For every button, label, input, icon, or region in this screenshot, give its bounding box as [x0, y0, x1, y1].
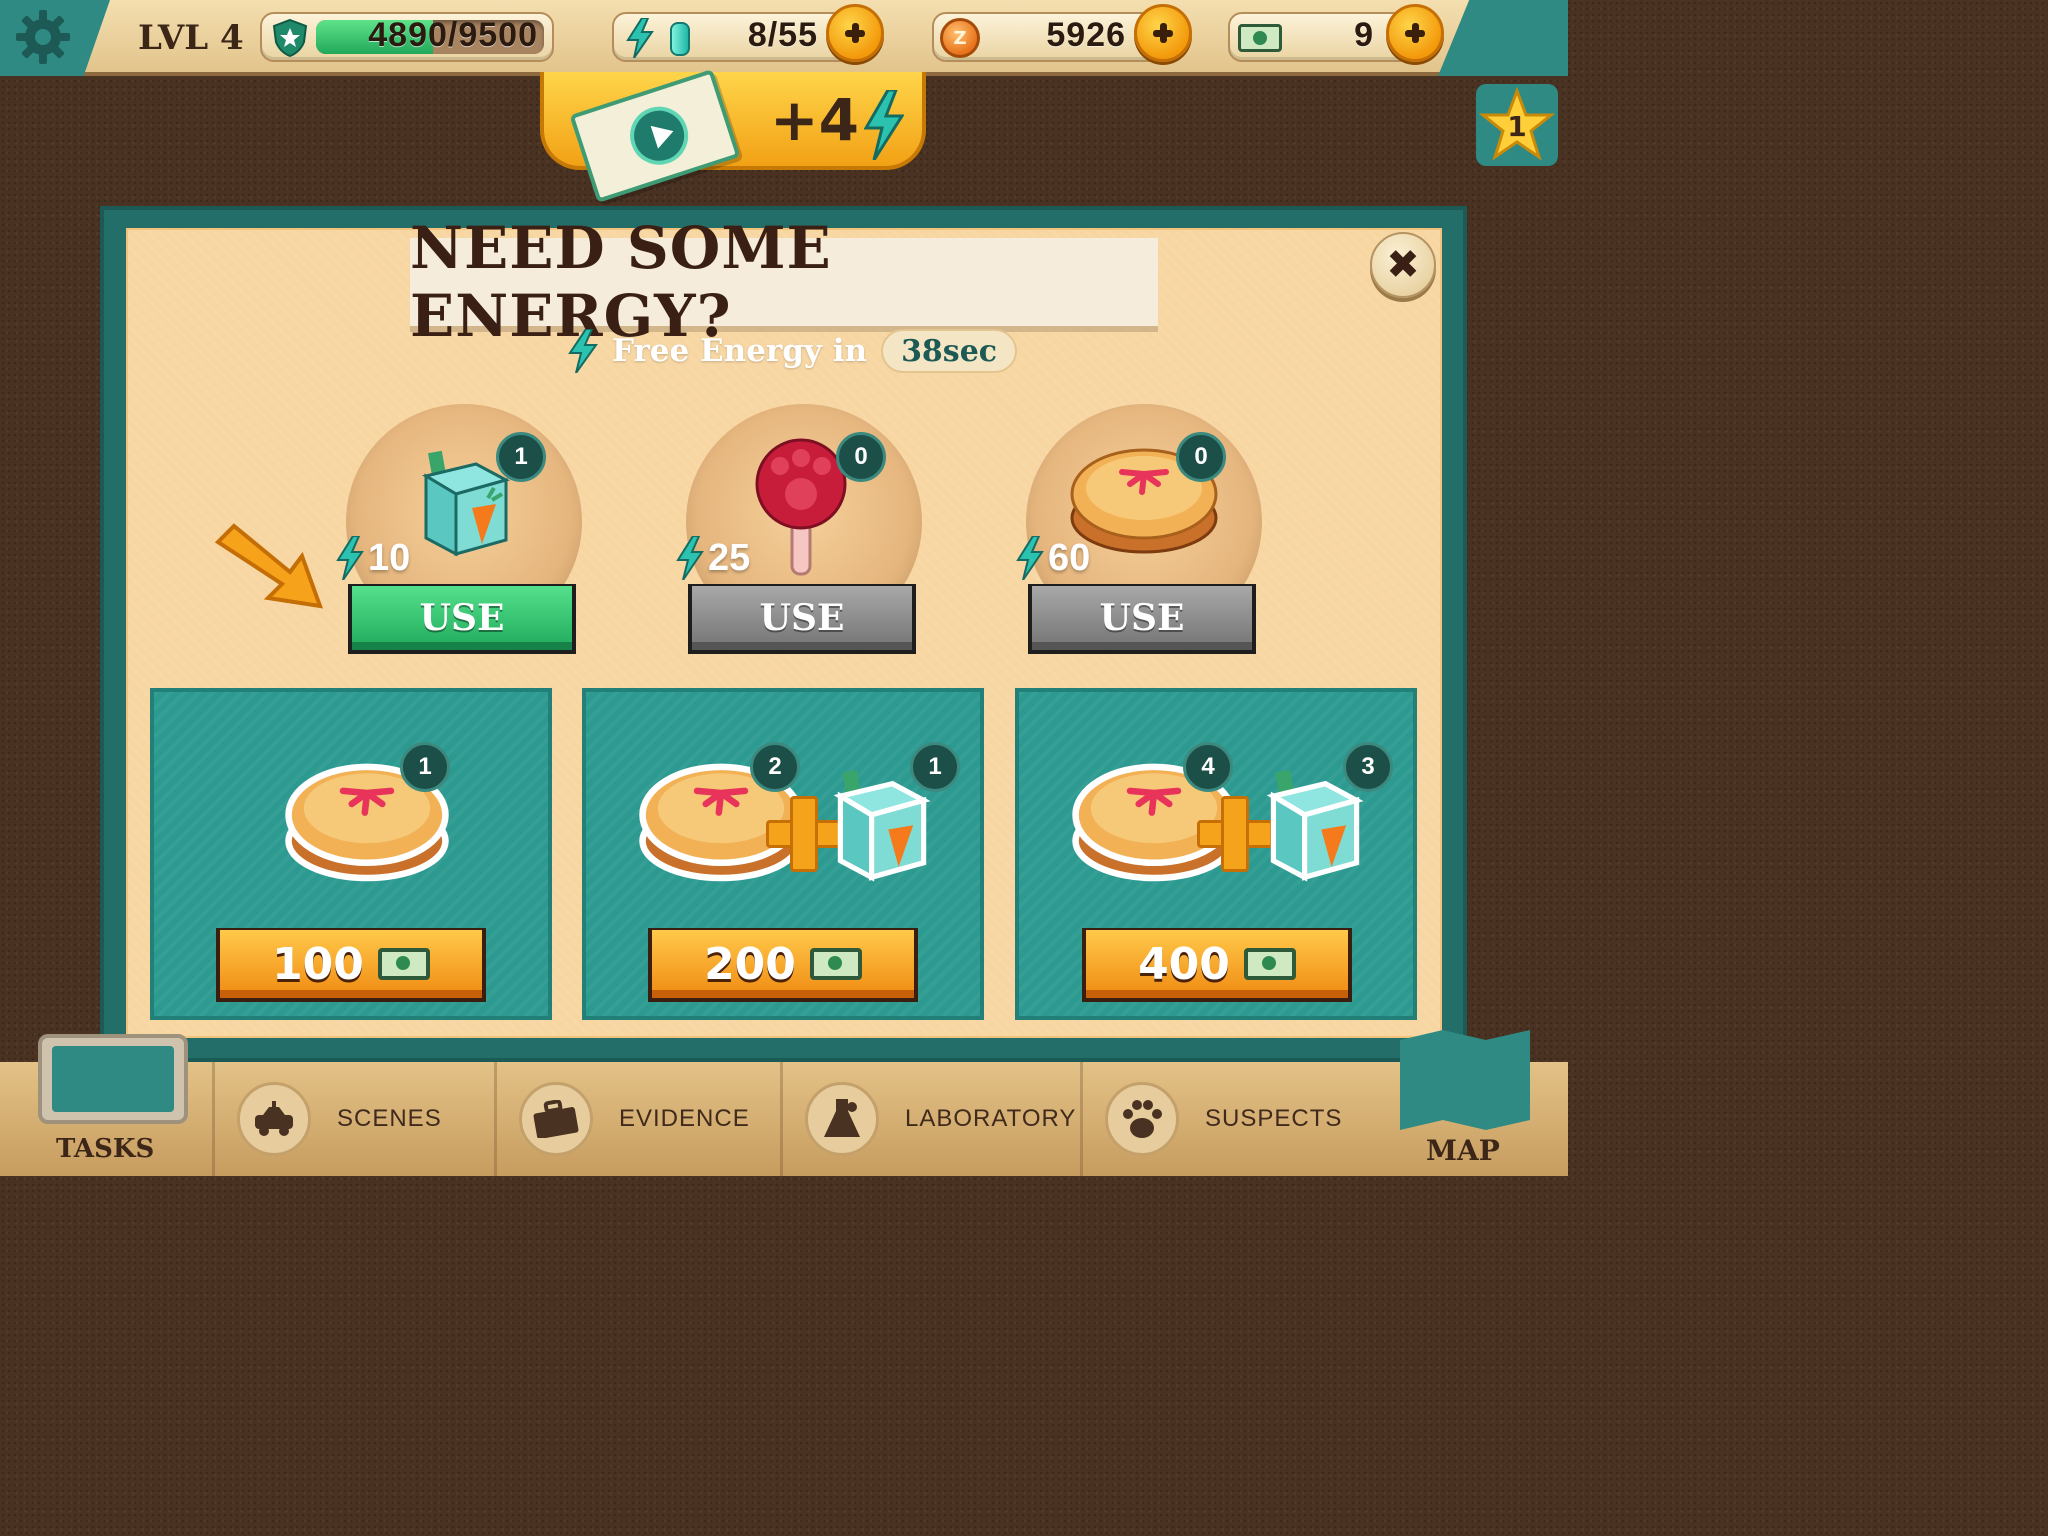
item-count-badge: 1 — [496, 432, 546, 482]
item-energy-value: 10 — [368, 536, 411, 579]
xp-value: 4890/9500 — [368, 16, 538, 54]
buy-pack-button[interactable]: 200 — [648, 928, 918, 1002]
close-button[interactable]: ✖ — [1370, 232, 1436, 298]
nav-evidence-label: EVIDENCE — [619, 1105, 750, 1132]
use-pie-button[interactable]: USE — [1028, 584, 1256, 654]
play-icon — [622, 99, 696, 173]
xp-bar: 4890/9500 — [260, 12, 554, 62]
video-reward-amount: +4 — [770, 86, 859, 154]
nav-laboratory[interactable]: LABORATORY — [780, 1062, 1080, 1176]
item-energy-cost: 10 — [336, 536, 410, 580]
item-count-badge: 0 — [1176, 432, 1226, 482]
pack-juice-count: 1 — [910, 742, 960, 792]
nav-scenes-label: SCENES — [337, 1105, 442, 1132]
coin-icon: Z — [940, 18, 980, 58]
add-energy-button[interactable] — [826, 4, 884, 62]
nav-evidence[interactable]: EVIDENCE — [494, 1062, 780, 1176]
hint-arrow-icon — [214, 523, 324, 609]
item-count-badge: 0 — [836, 432, 886, 482]
lightning-icon — [568, 329, 598, 373]
use-paw-lollipop-button[interactable]: USE — [688, 584, 916, 654]
nav-tasks-label: TASKS — [56, 1134, 155, 1164]
lightning-icon — [626, 18, 654, 58]
cash-icon — [809, 948, 862, 980]
free-energy-label: Free Energy in — [612, 333, 868, 369]
nav-scenes[interactable]: SCENES — [212, 1062, 494, 1176]
nav-map[interactable]: MAP — [1386, 1020, 1556, 1176]
star-count: 1 — [1507, 110, 1527, 143]
police-car-icon — [237, 1082, 311, 1156]
star-badge[interactable]: 1 — [1476, 84, 1558, 166]
add-cash-button[interactable] — [1386, 4, 1444, 62]
tablet-icon — [38, 1034, 188, 1124]
cash-icon — [377, 948, 430, 980]
item-energy-value: 25 — [708, 536, 751, 579]
energy-capsule-icon — [670, 22, 690, 56]
briefcase-icon — [519, 1082, 593, 1156]
add-coins-button[interactable] — [1134, 4, 1192, 62]
buy-pack-button[interactable]: 100 — [216, 928, 486, 1002]
cash-value: 9 — [1354, 16, 1374, 54]
pack-price: 400 — [1138, 938, 1230, 990]
energy-value: 8/55 — [747, 16, 818, 54]
lightning-icon — [1016, 536, 1044, 580]
settings-button[interactable] — [12, 6, 74, 68]
coins-value: 5926 — [1046, 16, 1126, 54]
flask-icon — [805, 1082, 879, 1156]
player-level: LVL 4 — [138, 18, 244, 58]
cash-icon — [1243, 948, 1296, 980]
lightning-icon — [864, 90, 904, 160]
shield-star-icon — [272, 18, 308, 58]
pack-price: 200 — [704, 938, 796, 990]
pack-pie-count: 2 — [750, 742, 800, 792]
nav-tasks[interactable]: TASKS — [20, 1010, 190, 1176]
item-energy-value: 60 — [1048, 536, 1091, 579]
free-energy-timer: 38sec — [881, 329, 1018, 373]
close-icon: ✖ — [1386, 242, 1420, 288]
free-energy-row: Free Energy in 38sec — [568, 328, 1018, 374]
pack-pie-count: 1 — [400, 742, 450, 792]
cash-icon — [1238, 24, 1282, 52]
paw-icon — [1105, 1082, 1179, 1156]
modal-title-banner: NEED SOME ENERGY? — [410, 214, 1158, 350]
nav-laboratory-label: LABORATORY — [905, 1105, 1077, 1132]
watch-video-reward-button[interactable]: +4 — [540, 69, 926, 203]
nav-suspects-label: SUSPECTS — [1205, 1105, 1343, 1132]
energy-bar: 8/55 — [612, 12, 862, 62]
map-icon — [1400, 1030, 1530, 1130]
nav-map-label: MAP — [1426, 1134, 1500, 1167]
item-energy-cost: 25 — [676, 536, 750, 580]
buy-pack-button[interactable]: 400 — [1082, 928, 1352, 1002]
item-energy-cost: 60 — [1016, 536, 1090, 580]
plus-icon — [1197, 796, 1273, 872]
plus-icon — [766, 796, 842, 872]
use-juice-box-button[interactable]: USE — [348, 584, 576, 654]
pack-juice-count: 3 — [1343, 742, 1393, 792]
video-ticket-icon — [569, 69, 741, 203]
gear-icon — [16, 10, 70, 64]
lightning-icon — [676, 536, 704, 580]
lightning-icon — [336, 536, 364, 580]
nav-suspects[interactable]: SUSPECTS — [1080, 1062, 1380, 1176]
pack-price: 100 — [272, 938, 364, 990]
pack-pie-count: 4 — [1183, 742, 1233, 792]
